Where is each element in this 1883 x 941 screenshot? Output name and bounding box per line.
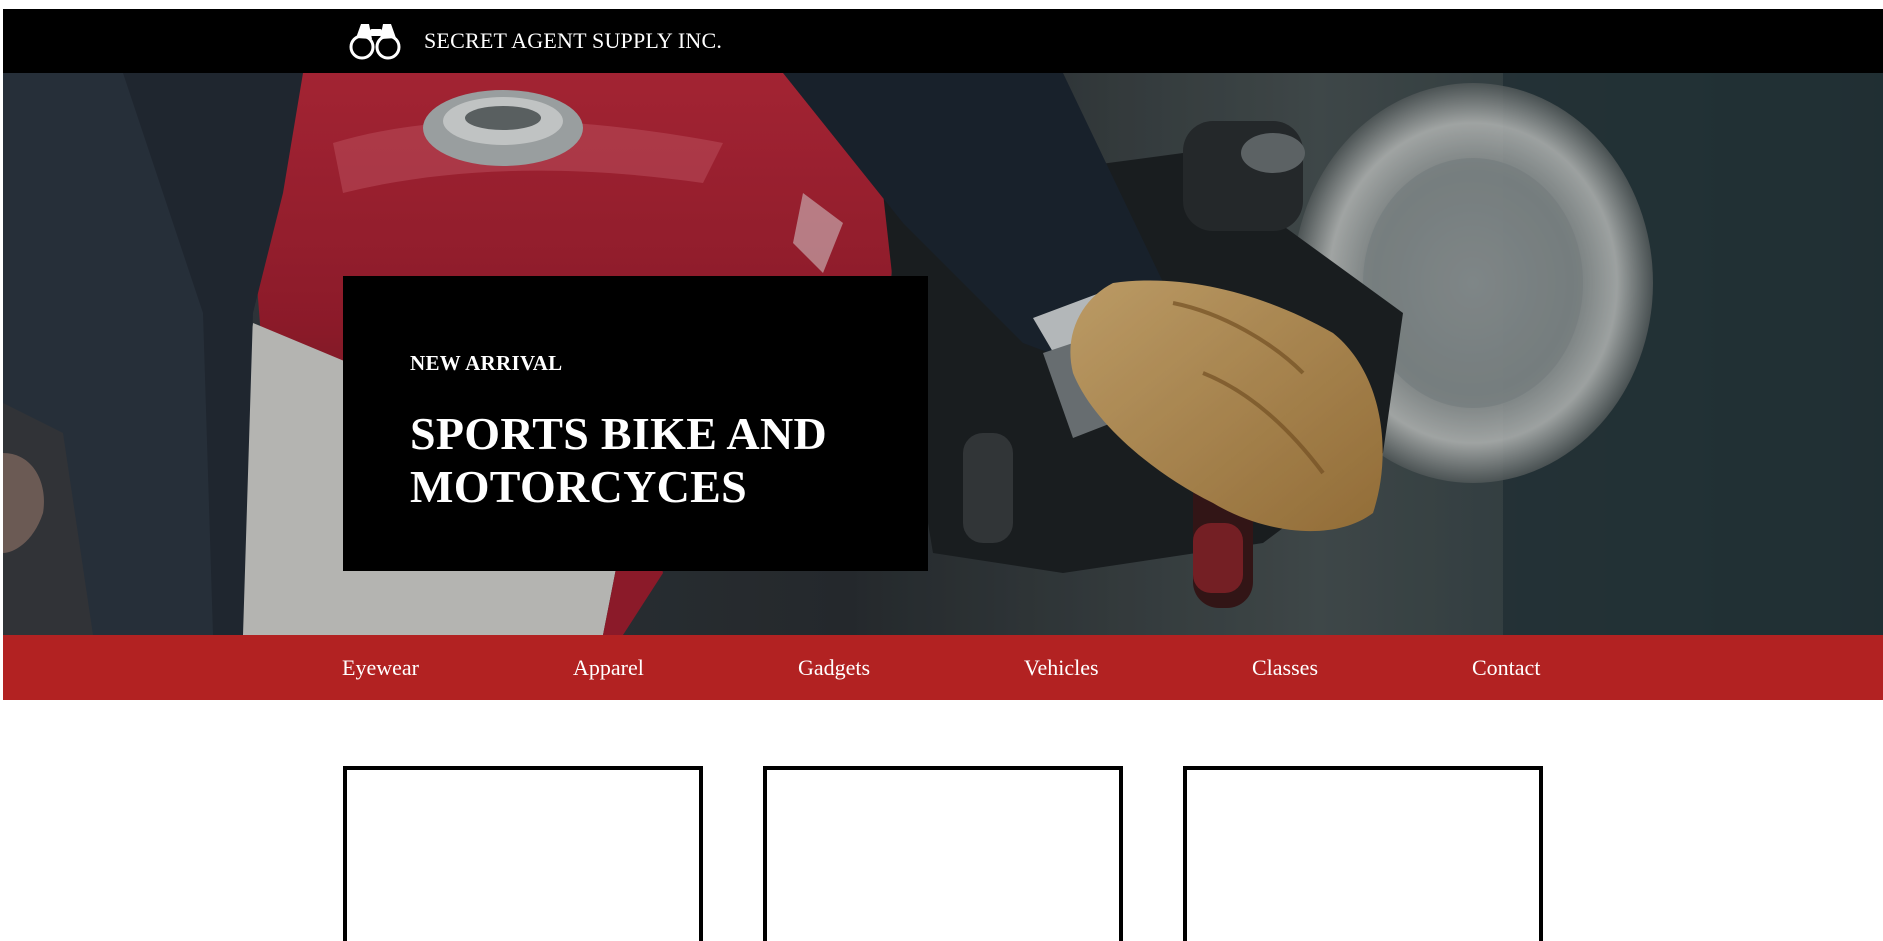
product-cards (0, 766, 1883, 941)
brand-name: SECRET AGENT SUPPLY INC. (424, 28, 723, 53)
product-card[interactable] (763, 766, 1123, 941)
nav-item-contact[interactable]: Contact (1472, 635, 1540, 700)
page: SECRET AGENT SUPPLY INC. NEW ARRIVAL SPO… (0, 0, 1883, 941)
nav-item-eyewear[interactable]: Eyewear (342, 635, 419, 700)
nav-item-classes[interactable]: Classes (1252, 635, 1318, 700)
nav-item-gadgets[interactable]: Gadgets (798, 635, 870, 700)
hero-title: SPORTS BIKE AND MOTORCYCES (410, 408, 827, 512)
product-card[interactable] (1183, 766, 1543, 941)
nav-item-vehicles[interactable]: Vehicles (1024, 635, 1099, 700)
hero-eyebrow: NEW ARRIVAL (410, 351, 563, 375)
nav-item-apparel[interactable]: Apparel (573, 635, 644, 700)
hero-promo-card: NEW ARRIVAL SPORTS BIKE AND MOTORCYCES (343, 276, 928, 571)
hero-motorcycle-image (3, 73, 1883, 635)
category-nav: Eyewear Apparel Gadgets Vehicles Classes… (3, 635, 1883, 700)
hero-banner: NEW ARRIVAL SPORTS BIKE AND MOTORCYCES (3, 73, 1883, 635)
top-bar: SECRET AGENT SUPPLY INC. (3, 9, 1883, 73)
binoculars-icon (349, 24, 401, 60)
product-card[interactable] (343, 766, 703, 941)
brand-link[interactable]: SECRET AGENT SUPPLY INC. (348, 21, 722, 61)
